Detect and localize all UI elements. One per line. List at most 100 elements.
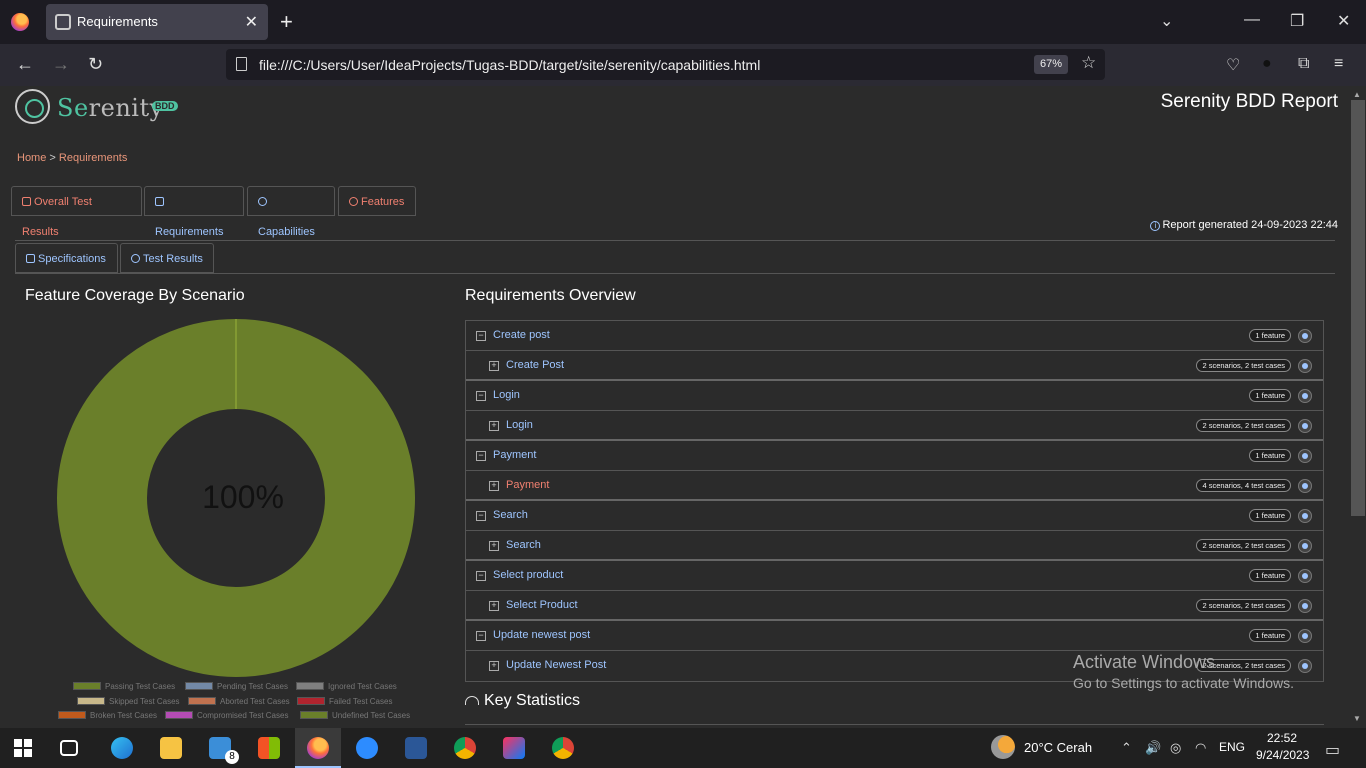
taskbar-zoom[interactable] <box>344 728 390 768</box>
capability-row[interactable]: − Search 1 feature <box>466 501 1323 531</box>
tab-features[interactable]: Features <box>338 186 416 216</box>
url-text[interactable]: file:///C:/Users/User/IdeaProjects/Tugas… <box>259 57 760 73</box>
requirement-link[interactable]: Login <box>506 419 533 431</box>
legend-item-pending[interactable]: Pending Test Cases <box>185 682 288 691</box>
capability-row[interactable]: − Update newest post 1 feature <box>466 621 1323 651</box>
minimize-icon[interactable]: — <box>1244 11 1260 29</box>
menu-icon[interactable]: ≡ <box>1334 55 1343 73</box>
expand-icon[interactable]: + <box>489 661 499 671</box>
collapse-icon[interactable]: − <box>476 571 486 581</box>
collapse-icon[interactable]: − <box>476 511 486 521</box>
dark-mode-icon[interactable]: ● <box>1262 55 1272 73</box>
feature-row[interactable]: + Payment 4 scenarios, 4 test cases <box>466 471 1323 501</box>
close-window-icon[interactable]: ✕ <box>1337 11 1350 31</box>
requirement-link[interactable]: Login <box>493 389 520 401</box>
capability-row[interactable]: − Create post 1 feature <box>466 321 1323 351</box>
tab-specifications[interactable]: Specifications <box>15 243 118 273</box>
back-icon[interactable]: ← <box>16 54 34 75</box>
extensions-icon[interactable]: ⧉ <box>1298 55 1309 73</box>
capability-row[interactable]: − Login 1 feature <box>466 381 1323 411</box>
legend-item-compromised[interactable]: Compromised Test Cases <box>165 711 288 720</box>
feature-row[interactable]: + Create Post 2 scenarios, 2 test cases <box>466 351 1323 381</box>
reload-icon[interactable]: ↻ <box>88 54 103 75</box>
feature-row[interactable]: + Search 2 scenarios, 2 test cases <box>466 531 1323 561</box>
requirement-link[interactable]: Payment <box>493 449 536 461</box>
new-tab-icon[interactable]: + <box>280 9 293 35</box>
weather-icon[interactable] <box>991 735 1015 759</box>
browser-tab[interactable]: Requirements ✕ <box>46 4 268 40</box>
requirement-link[interactable]: Payment <box>506 479 549 491</box>
scrollbar-thumb[interactable] <box>1351 100 1365 516</box>
scroll-down-icon[interactable]: ▼ <box>1353 714 1361 723</box>
requirement-link[interactable]: Create Post <box>506 359 564 371</box>
tab-capabilities[interactable]: Capabilities <box>247 186 335 238</box>
collapse-icon[interactable]: − <box>476 451 486 461</box>
store-icon <box>258 737 280 759</box>
legend-item-undefined[interactable]: Undefined Test Cases <box>300 711 410 720</box>
start-button[interactable] <box>0 728 46 768</box>
taskbar-store[interactable] <box>246 728 292 768</box>
camera-icon[interactable]: ◎ <box>1170 740 1181 756</box>
requirement-link[interactable]: Select Product <box>506 599 578 611</box>
requirement-link[interactable]: Search <box>493 509 528 521</box>
zoom-level[interactable]: 67% <box>1034 55 1068 74</box>
firefox-icon[interactable] <box>11 13 29 31</box>
collapse-icon[interactable]: − <box>476 331 486 341</box>
taskbar-firefox[interactable] <box>295 728 341 768</box>
bookmark-star-icon[interactable]: ☆ <box>1081 53 1096 73</box>
taskbar-mail[interactable]: 8 <box>197 728 243 768</box>
zoom-app-icon <box>356 737 378 759</box>
feature-row[interactable]: + Select Product 2 scenarios, 2 test cases <box>466 591 1323 621</box>
task-view-button[interactable] <box>48 728 94 768</box>
taskbar-intellij[interactable] <box>491 728 537 768</box>
requirement-link[interactable]: Select product <box>493 569 563 581</box>
legend-item-passing[interactable]: Passing Test Cases <box>73 682 175 691</box>
breadcrumb-home[interactable]: Home <box>17 152 46 164</box>
clock-date[interactable]: 9/24/2023 <box>1256 748 1309 762</box>
legend-item-skipped[interactable]: Skipped Test Cases <box>77 697 180 706</box>
scroll-up-icon[interactable]: ▲ <box>1353 90 1361 99</box>
taskbar-edge[interactable] <box>99 728 145 768</box>
capability-row[interactable]: − Payment 1 feature <box>466 441 1323 471</box>
coverage-title: Feature Coverage By Scenario <box>25 287 245 304</box>
feature-row[interactable]: + Login 2 scenarios, 2 test cases <box>466 411 1323 441</box>
forward-icon[interactable]: → <box>52 54 70 75</box>
notifications-icon[interactable]: ▭ <box>1325 740 1340 760</box>
network-icon[interactable]: ◠ <box>1195 740 1206 756</box>
legend-item-failed[interactable]: Failed Test Cases <box>297 697 392 706</box>
list-tabs-icon[interactable]: ⌄ <box>1160 11 1173 31</box>
expand-icon[interactable]: + <box>489 481 499 491</box>
taskbar-chrome-profile[interactable] <box>540 728 586 768</box>
requirement-link[interactable]: Search <box>506 539 541 551</box>
weather-text[interactable]: 20°C Cerah <box>1024 740 1092 755</box>
expand-icon[interactable]: + <box>489 601 499 611</box>
requirement-link[interactable]: Create post <box>493 329 550 341</box>
show-hidden-icons-icon[interactable]: ⌃ <box>1121 740 1132 756</box>
volume-icon[interactable]: 🔊 <box>1145 740 1161 756</box>
tab-requirements[interactable]: Requirements <box>144 186 244 238</box>
url-bar[interactable]: file:///C:/Users/User/IdeaProjects/Tugas… <box>226 49 1105 80</box>
pocket-icon[interactable]: ♡ <box>1226 55 1240 75</box>
collapse-icon[interactable]: − <box>476 391 486 401</box>
status-check-icon <box>1298 359 1312 373</box>
expand-icon[interactable]: + <box>489 541 499 551</box>
legend-item-ignored[interactable]: Ignored Test Cases <box>296 682 397 691</box>
capability-row[interactable]: − Select product 1 feature <box>466 561 1323 591</box>
close-tab-icon[interactable]: ✕ <box>245 12 258 32</box>
taskbar-chrome[interactable] <box>442 728 488 768</box>
requirement-link[interactable]: Update Newest Post <box>506 659 606 671</box>
expand-icon[interactable]: + <box>489 421 499 431</box>
clock-time[interactable]: 22:52 <box>1267 731 1297 745</box>
tab-overall-test-results[interactable]: Overall Test Results <box>11 186 142 238</box>
taskbar-word[interactable] <box>393 728 439 768</box>
tab-test-results[interactable]: Test Results <box>120 243 214 273</box>
language-indicator[interactable]: ENG <box>1219 740 1245 754</box>
expand-icon[interactable]: + <box>489 361 499 371</box>
requirement-link[interactable]: Update newest post <box>493 629 590 641</box>
taskbar-file-explorer[interactable] <box>148 728 194 768</box>
legend-item-broken[interactable]: Broken Test Cases <box>58 711 157 720</box>
restore-icon[interactable]: ❐ <box>1290 11 1304 31</box>
collapse-icon[interactable]: − <box>476 631 486 641</box>
legend-item-aborted[interactable]: Aborted Test Cases <box>188 697 290 706</box>
breadcrumb-current[interactable]: Requirements <box>59 152 127 164</box>
